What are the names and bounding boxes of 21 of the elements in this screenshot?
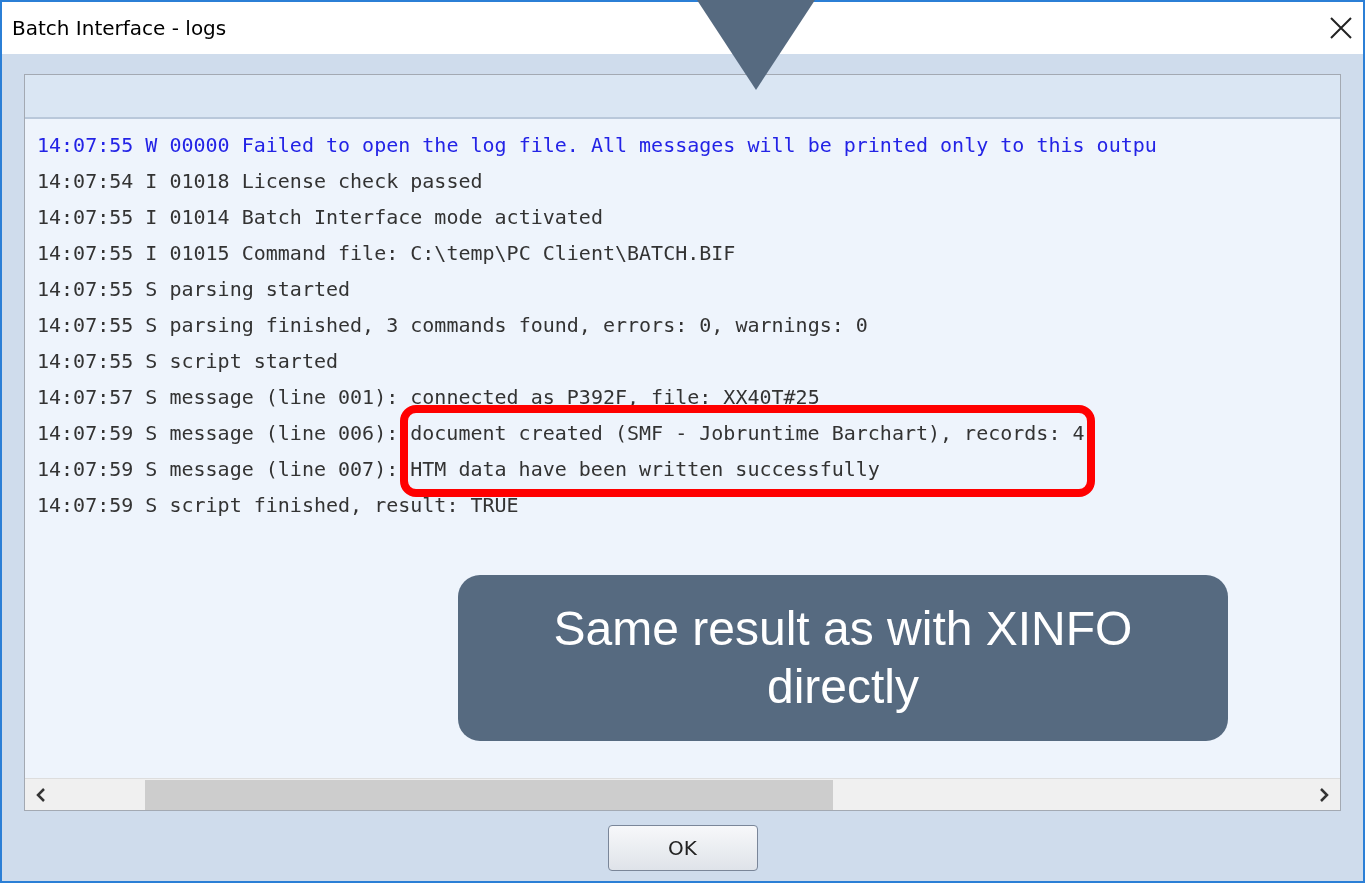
log-line: 14:07:57 S message (line 001): connected as P392F, file: XX40T#25 <box>37 384 821 411</box>
scrollbar-thumb[interactable] <box>144 779 833 810</box>
scroll-left-icon[interactable] <box>35 786 47 803</box>
log-line: 14:07:55 S script started <box>37 348 340 375</box>
log-line: 14:07:55 I 01014 Batch Interface mode activated <box>37 204 604 231</box>
scroll-right-icon[interactable] <box>1318 786 1330 803</box>
window-title: Batch Interface - logs <box>12 15 227 42</box>
log-line: 14:07:59 S message (line 007): <box>37 456 399 483</box>
log-line: 14:07:55 W 00000 Failed to open the log file. All messages will be printed only to this outpu <box>37 132 1158 159</box>
log-line: 14:07:59 S script finished, result: TRUE <box>37 492 520 519</box>
horizontal-scrollbar[interactable] <box>25 778 1340 810</box>
log-message: HTM data have been written successfully <box>410 456 881 483</box>
log-message: document created (SMF - Jobruntime Barchart), records: 4 <box>410 420 1085 447</box>
log-line: 14:07:55 S parsing finished, 3 commands found, errors: 0, warnings: 0 <box>37 312 869 339</box>
ok-button[interactable]: OK <box>607 825 758 871</box>
close-icon[interactable] <box>1329 16 1353 40</box>
callout-text: Same result as with XINFO directly <box>458 575 1228 741</box>
log-line: 14:07:55 I 01015 Command file: C:\temp\PC Client\BATCH.BIF <box>37 240 737 267</box>
log-line: 14:07:59 S message (line 006): <box>37 420 399 447</box>
log-line: 14:07:54 I 01018 License check passed <box>37 168 484 195</box>
log-line: 14:07:55 S parsing started <box>37 276 352 303</box>
